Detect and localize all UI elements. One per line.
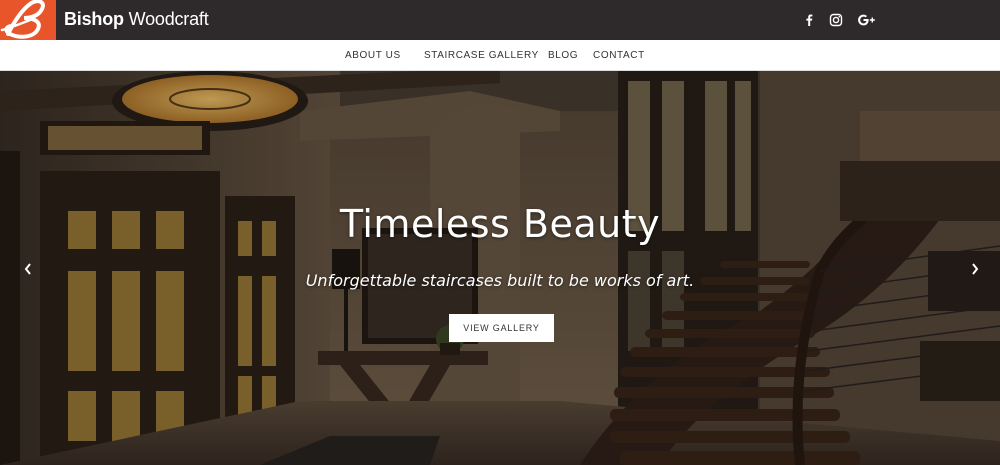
logo[interactable] xyxy=(0,0,56,40)
brand-name-bold: Bishop xyxy=(64,9,124,29)
prev-slide-arrow[interactable] xyxy=(18,257,38,281)
top-bar: Bishop Woodcraft xyxy=(0,0,1000,40)
hero-background-image xyxy=(0,71,1000,465)
google-plus-icon[interactable] xyxy=(856,11,878,29)
hero-title: Timeless Beauty xyxy=(339,202,661,246)
hero-subtitle: Unforgettable staircases built to be wor… xyxy=(305,271,695,290)
facebook-icon[interactable] xyxy=(800,11,818,29)
brand-name-light: Woodcraft xyxy=(128,9,209,29)
nav-contact[interactable]: CONTACT xyxy=(593,50,645,61)
chevron-left-icon xyxy=(24,263,31,275)
brand-name[interactable]: Bishop Woodcraft xyxy=(64,9,209,30)
nav-blog[interactable]: BLOG xyxy=(548,50,578,61)
next-slide-arrow[interactable] xyxy=(965,257,985,281)
logo-mark xyxy=(0,0,45,39)
hero-slider: Timeless Beauty Unforgettable staircases… xyxy=(0,71,1000,465)
nav-staircase-gallery[interactable]: STAIRCASE GALLERY xyxy=(424,50,539,61)
nav-about-us[interactable]: ABOUT US xyxy=(345,50,401,61)
main-nav: ABOUT US STAIRCASE GALLERY BLOG CONTACT xyxy=(0,40,1000,71)
chevron-right-icon xyxy=(972,263,979,275)
instagram-icon[interactable] xyxy=(827,11,845,29)
view-gallery-button[interactable]: VIEW GALLERY xyxy=(449,314,554,342)
